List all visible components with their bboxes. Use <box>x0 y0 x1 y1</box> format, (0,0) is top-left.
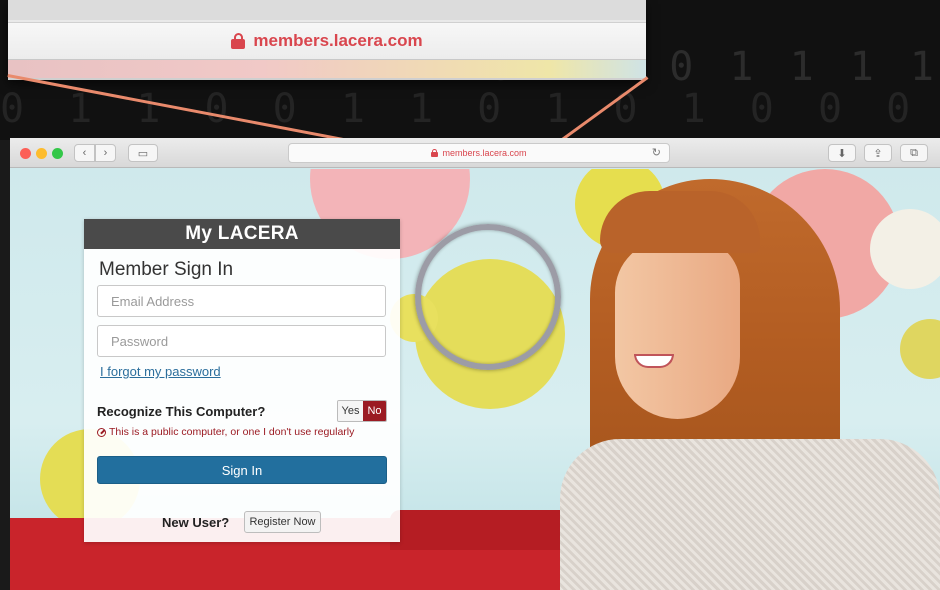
zoom-window-button[interactable] <box>52 148 63 159</box>
mylacera-logo: My LACERA <box>185 223 299 244</box>
download-icon[interactable]: ⬇ <box>828 144 856 162</box>
toggle-yes-option[interactable]: Yes <box>338 401 363 421</box>
public-computer-warning: This is a public computer, or one I don'… <box>97 426 354 438</box>
ban-icon <box>97 427 106 437</box>
warning-text: This is a public computer, or one I don'… <box>109 426 355 438</box>
address-bar[interactable]: members.lacera.com ↻ <box>288 143 670 163</box>
back-button[interactable]: ‹ <box>74 144 95 162</box>
lock-icon <box>431 149 439 157</box>
zoomed-url-text: members.lacera.com <box>253 31 423 50</box>
woman-photo <box>530 169 940 590</box>
recognize-computer-label: Recognize This Computer? <box>97 404 266 419</box>
password-field[interactable] <box>97 325 386 357</box>
close-window-button[interactable] <box>20 148 31 159</box>
zoomed-url-field: members.lacera.com <box>8 22 646 60</box>
lock-icon <box>231 33 246 49</box>
forward-button[interactable]: › <box>95 144 116 162</box>
sidebar-icon[interactable]: ▭ <box>128 144 158 162</box>
register-now-button[interactable]: Register Now <box>244 511 321 533</box>
new-user-label: New User? <box>162 515 230 530</box>
tabs-icon[interactable]: ⧉ <box>900 144 928 162</box>
toggle-no-option[interactable]: No <box>362 401 386 421</box>
forgot-password-link[interactable]: I forgot my password <box>100 364 221 379</box>
browser-window: ‹ › ▭ members.lacera.com ↻ ⬇ ⇪ ⧉ My LACE… <box>10 138 940 590</box>
zoomed-address-bar: members.lacera.com <box>8 0 646 80</box>
browser-toolbar: ‹ › ▭ members.lacera.com ↻ ⬇ ⇪ ⧉ <box>10 138 940 168</box>
binary-decoration: 0 1 1 0 0 1 1 0 1 0 1 0 0 0 1 0 <box>0 86 940 132</box>
minimize-window-button[interactable] <box>36 148 47 159</box>
recognize-computer-toggle[interactable]: Yes No <box>337 400 387 422</box>
sign-in-button[interactable]: Sign In <box>97 456 387 484</box>
url-text: members.lacera.com <box>442 148 527 158</box>
card-header: My LACERA <box>84 219 400 249</box>
reload-icon[interactable]: ↻ <box>652 146 661 159</box>
page-title: Member Sign In <box>99 259 234 280</box>
share-icon[interactable]: ⇪ <box>864 144 892 162</box>
email-field[interactable] <box>97 285 386 317</box>
login-card: My LACERA Member Sign In I forgot my pas… <box>84 219 400 542</box>
magnifier-ring <box>415 224 561 370</box>
